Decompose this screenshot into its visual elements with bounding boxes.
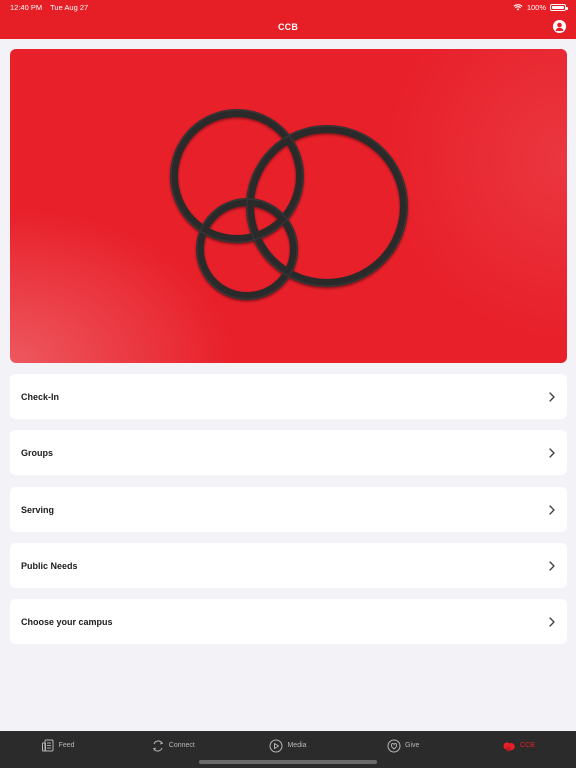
profile-button[interactable]: [553, 20, 566, 33]
page-title: CCB: [277, 21, 299, 32]
chevron-right-icon: [549, 560, 555, 571]
battery-icon: [550, 3, 568, 11]
tab-label: CCB: [520, 742, 535, 749]
user-icon: [553, 20, 566, 33]
feed-icon: [41, 739, 54, 751]
chevron-right-icon: [549, 616, 555, 627]
menu-item-check-in[interactable]: Check-In: [10, 374, 567, 419]
battery-percent: 100%: [526, 2, 546, 12]
home-indicator: [199, 760, 377, 764]
tab-ccb[interactable]: CCB: [461, 731, 576, 768]
chevron-right-icon: [549, 447, 555, 458]
connect-icon: [152, 740, 163, 751]
chevron-right-icon: [549, 391, 555, 402]
menu-item-label: Choose your campus: [21, 616, 113, 627]
menu-item-public-needs[interactable]: Public Needs: [10, 543, 567, 588]
ccb-logo-icon: [503, 741, 515, 751]
chevron-right-icon: [549, 504, 555, 515]
menu-item-label: Public Needs: [21, 560, 78, 571]
heart-circle-icon: [387, 739, 401, 752]
menu-item-choose-campus[interactable]: Choose your campus: [10, 599, 567, 644]
tab-label: Connect: [168, 742, 195, 749]
menu-item-label: Check-In: [21, 391, 60, 402]
menu-item-label: Groups: [21, 447, 54, 458]
status-time: 12:40 PM: [10, 2, 43, 12]
tab-label: Give: [405, 742, 420, 749]
status-right: 100%: [513, 2, 568, 12]
menu-item-serving[interactable]: Serving: [10, 487, 567, 532]
battery-fill: [552, 5, 564, 9]
menu-item-label: Serving: [21, 504, 55, 515]
menu-item-groups[interactable]: Groups: [10, 430, 567, 475]
tab-label: Media: [287, 742, 307, 749]
nav-bar: CCB: [0, 14, 576, 39]
status-bar: 12:40 PM Tue Aug 27 100%: [0, 0, 576, 14]
wifi-icon: [513, 4, 523, 11]
play-circle-icon: [269, 739, 283, 752]
status-left: 12:40 PM Tue Aug 27: [10, 3, 88, 12]
ccb-rings-logo: [170, 109, 408, 300]
hero-banner: [10, 49, 567, 363]
status-date: Tue Aug 27: [50, 2, 89, 12]
tab-label: Feed: [58, 742, 75, 749]
tab-feed[interactable]: Feed: [0, 731, 115, 768]
